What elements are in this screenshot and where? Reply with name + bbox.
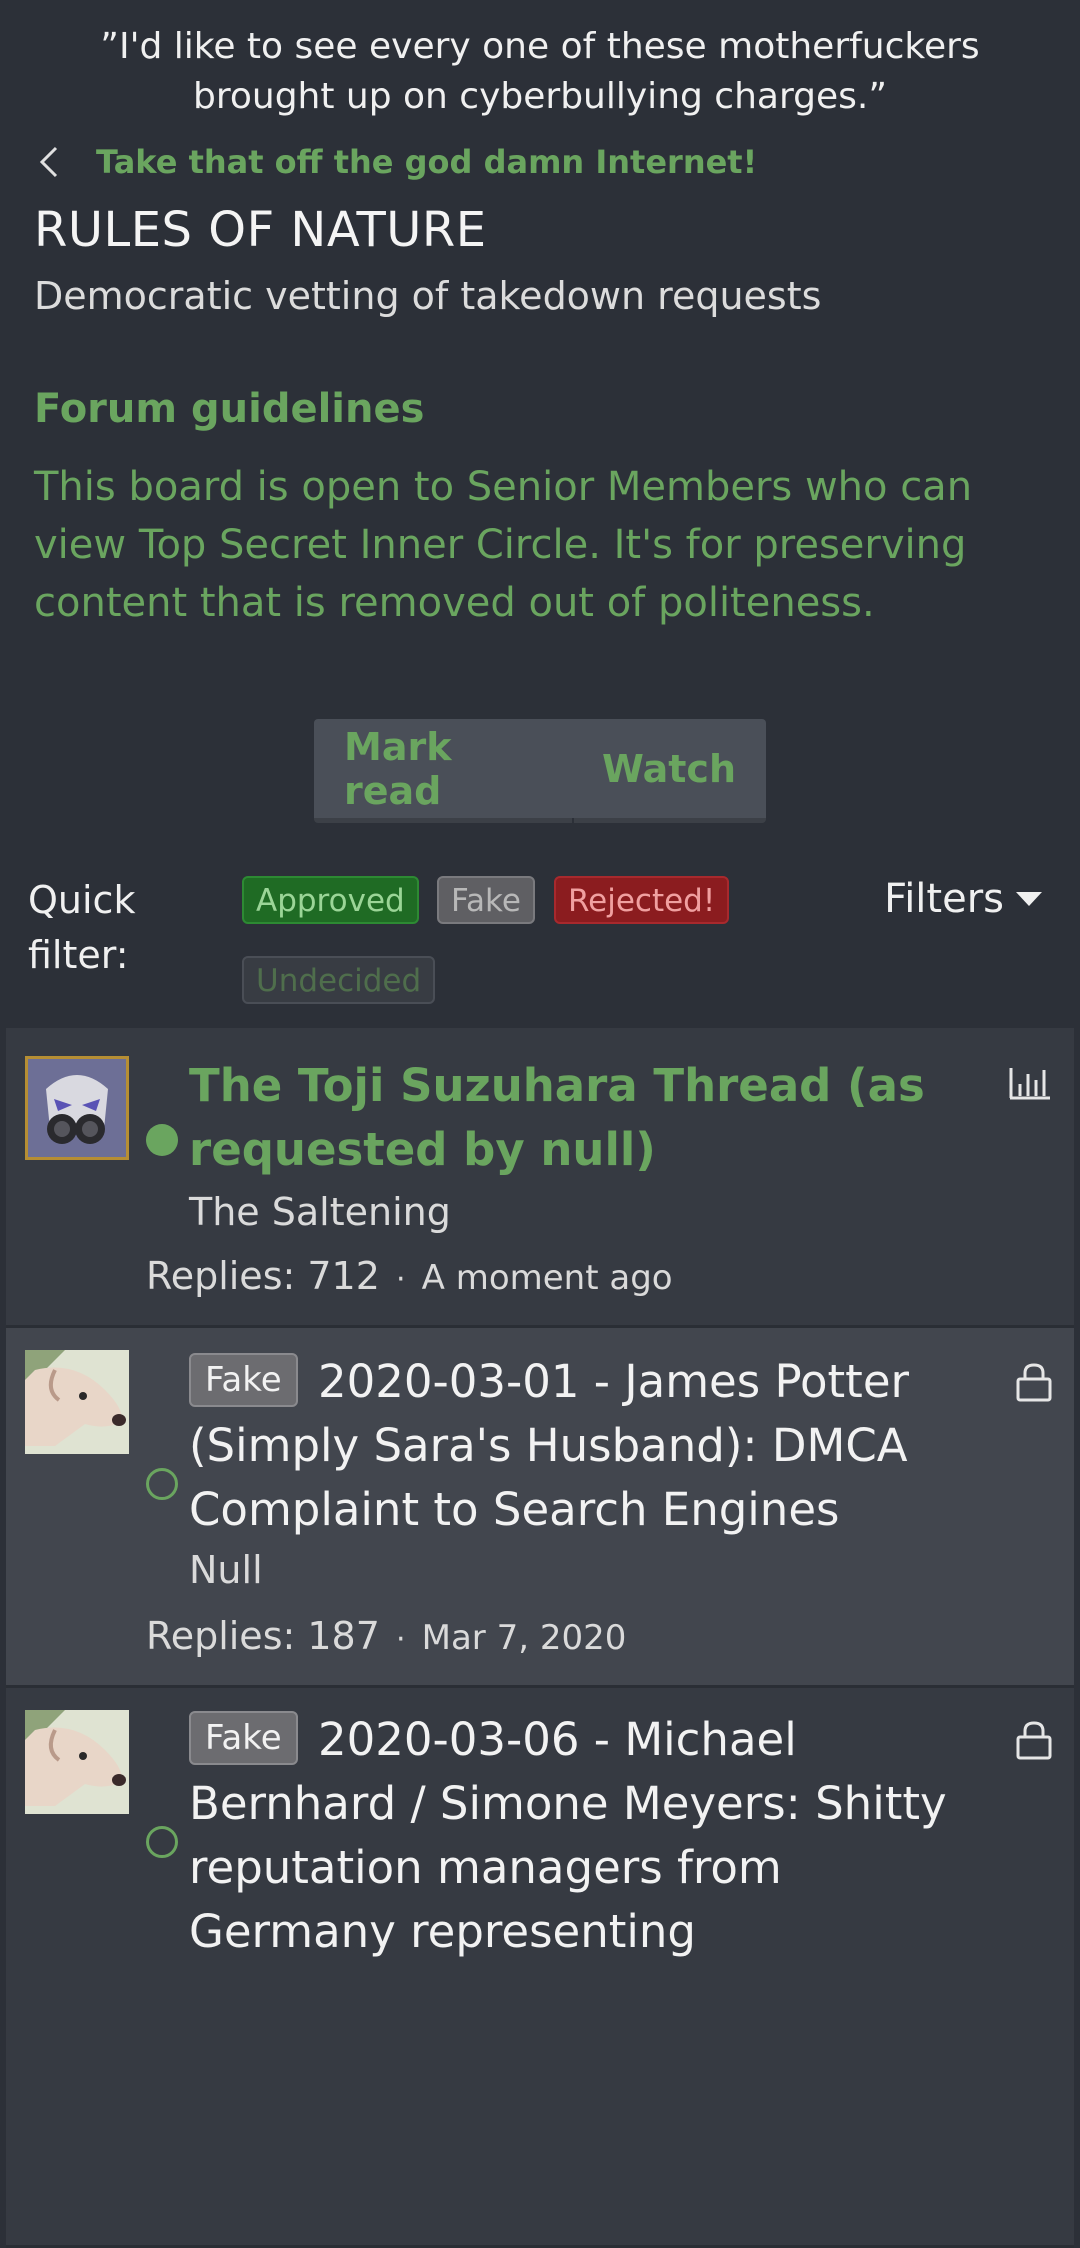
last-post-time[interactable]: A moment ago	[422, 1258, 673, 1298]
breadcrumb[interactable]: Take that off the god damn Internet!	[0, 142, 1080, 182]
guidelines-body: This board is open to Senior Members who…	[34, 464, 973, 626]
filters-label: Filters	[884, 876, 1004, 922]
prefix-badge-fake[interactable]: Fake	[189, 1353, 298, 1407]
read-status-dot	[146, 1826, 178, 1858]
quick-filter-label: Quick filter:	[28, 878, 136, 977]
watch-button[interactable]: Watch	[572, 719, 766, 823]
thread-meta: Replies: 712 · A moment ago	[146, 1254, 673, 1298]
filter-chip-approved[interactable]: Approved	[242, 876, 419, 924]
prefix-badge-fake[interactable]: Fake	[189, 1711, 298, 1765]
chart-icon[interactable]	[1008, 1066, 1052, 1104]
thread-title-row[interactable]: Fake 2020-03-01 - James Potter (Simply S…	[189, 1350, 984, 1542]
thread-title-row[interactable]: Fake 2020-03-06 - Michael Bernhard / Sim…	[189, 1708, 984, 1964]
filters-dropdown[interactable]: Filters	[884, 876, 1042, 922]
filter-chip-fake[interactable]: Fake	[437, 876, 535, 924]
thread-row[interactable]: Fake 2020-03-06 - Michael Bernhard / Sim…	[6, 1688, 1074, 2248]
thread-starter[interactable]: The Saltening	[189, 1190, 451, 1234]
read-status-dot	[146, 1468, 178, 1500]
page-description: Democratic vetting of takedown requests	[34, 274, 822, 318]
avatar[interactable]	[25, 1056, 129, 1160]
filter-chip-rejected[interactable]: Rejected!	[554, 876, 730, 924]
forum-actions: Mark read Watch	[314, 719, 766, 823]
lock-icon	[1016, 1362, 1052, 1406]
thread-title[interactable]: 2020-03-06 - Michael Bernhard / Simone M…	[189, 1713, 947, 1958]
unread-status-dot	[146, 1124, 178, 1156]
thread-list: The Toji Suzuhara Thread (as requested b…	[6, 1028, 1074, 2248]
reply-count: Replies: 712	[146, 1254, 380, 1298]
avatar[interactable]	[25, 1710, 129, 1814]
thread-starter[interactable]: Null	[189, 1548, 263, 1592]
filter-chip-undecided[interactable]: Undecided	[242, 956, 436, 1004]
thread-row[interactable]: Fake 2020-03-01 - James Potter (Simply S…	[6, 1328, 1074, 1688]
thread-title[interactable]: The Toji Suzuhara Thread (as requested b…	[189, 1054, 984, 1182]
thread-meta: Replies: 187 · Mar 7, 2020	[146, 1614, 627, 1658]
mark-read-button[interactable]: Mark read	[314, 719, 572, 818]
page-title: RULES OF NATURE	[34, 202, 487, 258]
breadcrumb-link[interactable]: Take that off the god damn Internet!	[96, 143, 757, 181]
caret-down-icon	[1016, 892, 1042, 906]
page-quote: ”I'd like to see every one of these moth…	[100, 26, 980, 117]
thread-row[interactable]: The Toji Suzuhara Thread (as requested b…	[6, 1028, 1074, 1328]
lock-icon	[1016, 1720, 1052, 1764]
avatar[interactable]	[25, 1350, 129, 1454]
reply-count: Replies: 187	[146, 1614, 380, 1658]
chevron-left-icon[interactable]	[38, 142, 68, 182]
guidelines-title: Forum guidelines	[34, 386, 425, 432]
last-post-time[interactable]: Mar 7, 2020	[422, 1618, 627, 1658]
